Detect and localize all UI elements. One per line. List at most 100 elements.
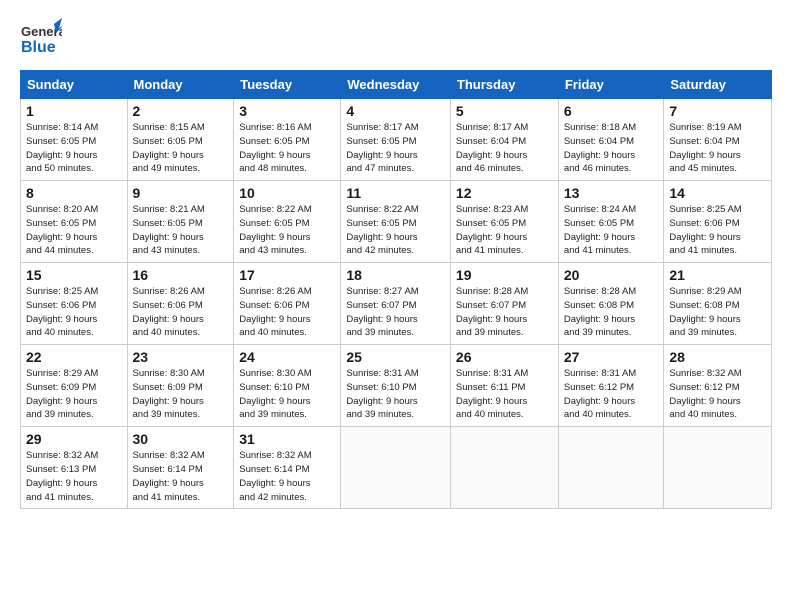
day-info: Sunrise: 8:24 AM Sunset: 6:05 PM Dayligh… (564, 203, 659, 258)
header: General Blue (20, 18, 772, 60)
day-number: 14 (669, 185, 766, 201)
day-info: Sunrise: 8:15 AM Sunset: 6:05 PM Dayligh… (133, 121, 229, 176)
day-info: Sunrise: 8:28 AM Sunset: 6:07 PM Dayligh… (456, 285, 553, 340)
day-info: Sunrise: 8:27 AM Sunset: 6:07 PM Dayligh… (346, 285, 445, 340)
page: General Blue SundayMondayTuesdayWednesda… (0, 0, 792, 519)
day-number: 15 (26, 267, 122, 283)
day-info: Sunrise: 8:18 AM Sunset: 6:04 PM Dayligh… (564, 121, 659, 176)
day-info: Sunrise: 8:32 AM Sunset: 6:14 PM Dayligh… (133, 449, 229, 504)
day-number: 25 (346, 349, 445, 365)
day-number: 19 (456, 267, 553, 283)
calendar-cell (558, 427, 664, 509)
calendar-cell: 10 Sunrise: 8:22 AM Sunset: 6:05 PM Dayli… (234, 181, 341, 263)
calendar-cell: 31 Sunrise: 8:32 AM Sunset: 6:14 PM Dayli… (234, 427, 341, 509)
calendar-cell: 23Sunrise: 8:30 AM Sunset: 6:09 PM Dayli… (127, 345, 234, 427)
day-info: Sunrise: 8:14 AM Sunset: 6:05 PM Dayligh… (26, 121, 122, 176)
weekday-header-tuesday: Tuesday (234, 71, 341, 99)
day-number: 30 (133, 431, 229, 447)
day-info: Sunrise: 8:28 AM Sunset: 6:08 PM Dayligh… (564, 285, 659, 340)
day-info: Sunrise: 8:22 AM Sunset: 6:05 PM Dayligh… (239, 203, 335, 258)
logo: General Blue (20, 18, 62, 60)
day-number: 28 (669, 349, 766, 365)
calendar-cell: 14Sunrise: 8:25 AM Sunset: 6:06 PM Dayli… (664, 181, 772, 263)
day-info: Sunrise: 8:23 AM Sunset: 6:05 PM Dayligh… (456, 203, 553, 258)
day-number: 17 (239, 267, 335, 283)
calendar-cell: 28 Sunrise: 8:32 AM Sunset: 6:12 PM Dayli… (664, 345, 772, 427)
day-number: 24 (239, 349, 335, 365)
day-number: 12 (456, 185, 553, 201)
day-info: Sunrise: 8:31 AM Sunset: 6:12 PM Dayligh… (564, 367, 659, 422)
calendar-cell: 13 Sunrise: 8:24 AM Sunset: 6:05 PM Dayli… (558, 181, 664, 263)
day-number: 11 (346, 185, 445, 201)
day-number: 22 (26, 349, 122, 365)
calendar-week-row: 1 Sunrise: 8:14 AM Sunset: 6:05 PM Daylig… (21, 99, 772, 181)
calendar-cell: 29Sunrise: 8:32 AM Sunset: 6:13 PM Dayli… (21, 427, 128, 509)
day-number: 4 (346, 103, 445, 119)
day-number: 20 (564, 267, 659, 283)
day-number: 8 (26, 185, 122, 201)
day-number: 29 (26, 431, 122, 447)
day-info: Sunrise: 8:32 AM Sunset: 6:12 PM Dayligh… (669, 367, 766, 422)
day-number: 2 (133, 103, 229, 119)
calendar-cell: 1 Sunrise: 8:14 AM Sunset: 6:05 PM Daylig… (21, 99, 128, 181)
weekday-header-row: SundayMondayTuesdayWednesdayThursdayFrid… (21, 71, 772, 99)
weekday-header-monday: Monday (127, 71, 234, 99)
day-info: Sunrise: 8:21 AM Sunset: 6:05 PM Dayligh… (133, 203, 229, 258)
calendar-cell: 12 Sunrise: 8:23 AM Sunset: 6:05 PM Dayli… (450, 181, 558, 263)
day-number: 7 (669, 103, 766, 119)
day-number: 31 (239, 431, 335, 447)
calendar-cell: 11Sunrise: 8:22 AM Sunset: 6:05 PM Dayli… (341, 181, 451, 263)
calendar-cell: 30 Sunrise: 8:32 AM Sunset: 6:14 PM Dayli… (127, 427, 234, 509)
weekday-header-thursday: Thursday (450, 71, 558, 99)
calendar-cell: 18 Sunrise: 8:27 AM Sunset: 6:07 PM Dayli… (341, 263, 451, 345)
day-info: Sunrise: 8:16 AM Sunset: 6:05 PM Dayligh… (239, 121, 335, 176)
day-number: 21 (669, 267, 766, 283)
weekday-header-sunday: Sunday (21, 71, 128, 99)
day-number: 1 (26, 103, 122, 119)
weekday-header-saturday: Saturday (664, 71, 772, 99)
calendar-cell: 16 Sunrise: 8:26 AM Sunset: 6:06 PM Dayli… (127, 263, 234, 345)
day-number: 16 (133, 267, 229, 283)
calendar-cell: 22 Sunrise: 8:29 AM Sunset: 6:09 PM Dayli… (21, 345, 128, 427)
day-info: Sunrise: 8:29 AM Sunset: 6:09 PM Dayligh… (26, 367, 122, 422)
calendar-cell (664, 427, 772, 509)
calendar-cell (450, 427, 558, 509)
day-number: 10 (239, 185, 335, 201)
calendar-cell (341, 427, 451, 509)
calendar-table: SundayMondayTuesdayWednesdayThursdayFrid… (20, 70, 772, 509)
day-number: 3 (239, 103, 335, 119)
calendar-cell: 15 Sunrise: 8:25 AM Sunset: 6:06 PM Dayli… (21, 263, 128, 345)
calendar-cell: 9 Sunrise: 8:21 AM Sunset: 6:05 PM Daylig… (127, 181, 234, 263)
calendar-cell: 4 Sunrise: 8:17 AM Sunset: 6:05 PM Daylig… (341, 99, 451, 181)
calendar-cell: 7 Sunrise: 8:19 AM Sunset: 6:04 PM Daylig… (664, 99, 772, 181)
calendar-cell: 17 Sunrise: 8:26 AM Sunset: 6:06 PM Dayli… (234, 263, 341, 345)
day-info: Sunrise: 8:26 AM Sunset: 6:06 PM Dayligh… (239, 285, 335, 340)
day-number: 26 (456, 349, 553, 365)
calendar-cell: 6Sunrise: 8:18 AM Sunset: 6:04 PM Daylig… (558, 99, 664, 181)
calendar-cell: 5Sunrise: 8:17 AM Sunset: 6:04 PM Daylig… (450, 99, 558, 181)
day-info: Sunrise: 8:29 AM Sunset: 6:08 PM Dayligh… (669, 285, 766, 340)
day-number: 13 (564, 185, 659, 201)
calendar-week-row: 22 Sunrise: 8:29 AM Sunset: 6:09 PM Dayli… (21, 345, 772, 427)
day-info: Sunrise: 8:25 AM Sunset: 6:06 PM Dayligh… (26, 285, 122, 340)
calendar-cell: 21 Sunrise: 8:29 AM Sunset: 6:08 PM Dayli… (664, 263, 772, 345)
day-info: Sunrise: 8:19 AM Sunset: 6:04 PM Dayligh… (669, 121, 766, 176)
calendar-cell: 8 Sunrise: 8:20 AM Sunset: 6:05 PM Daylig… (21, 181, 128, 263)
calendar-week-row: 29Sunrise: 8:32 AM Sunset: 6:13 PM Dayli… (21, 427, 772, 509)
day-info: Sunrise: 8:20 AM Sunset: 6:05 PM Dayligh… (26, 203, 122, 258)
calendar-cell: 20 Sunrise: 8:28 AM Sunset: 6:08 PM Dayli… (558, 263, 664, 345)
day-number: 18 (346, 267, 445, 283)
calendar-cell: 2 Sunrise: 8:15 AM Sunset: 6:05 PM Daylig… (127, 99, 234, 181)
day-info: Sunrise: 8:32 AM Sunset: 6:14 PM Dayligh… (239, 449, 335, 504)
calendar-cell: 3 Sunrise: 8:16 AM Sunset: 6:05 PM Daylig… (234, 99, 341, 181)
calendar-cell: 24Sunrise: 8:30 AM Sunset: 6:10 PM Dayli… (234, 345, 341, 427)
logo-bird-icon: General Blue (20, 18, 62, 60)
calendar-week-row: 8 Sunrise: 8:20 AM Sunset: 6:05 PM Daylig… (21, 181, 772, 263)
day-info: Sunrise: 8:17 AM Sunset: 6:05 PM Dayligh… (346, 121, 445, 176)
calendar-cell: 19 Sunrise: 8:28 AM Sunset: 6:07 PM Dayli… (450, 263, 558, 345)
day-number: 27 (564, 349, 659, 365)
day-info: Sunrise: 8:26 AM Sunset: 6:06 PM Dayligh… (133, 285, 229, 340)
calendar-week-row: 15 Sunrise: 8:25 AM Sunset: 6:06 PM Dayli… (21, 263, 772, 345)
day-number: 9 (133, 185, 229, 201)
calendar-cell: 27 Sunrise: 8:31 AM Sunset: 6:12 PM Dayli… (558, 345, 664, 427)
